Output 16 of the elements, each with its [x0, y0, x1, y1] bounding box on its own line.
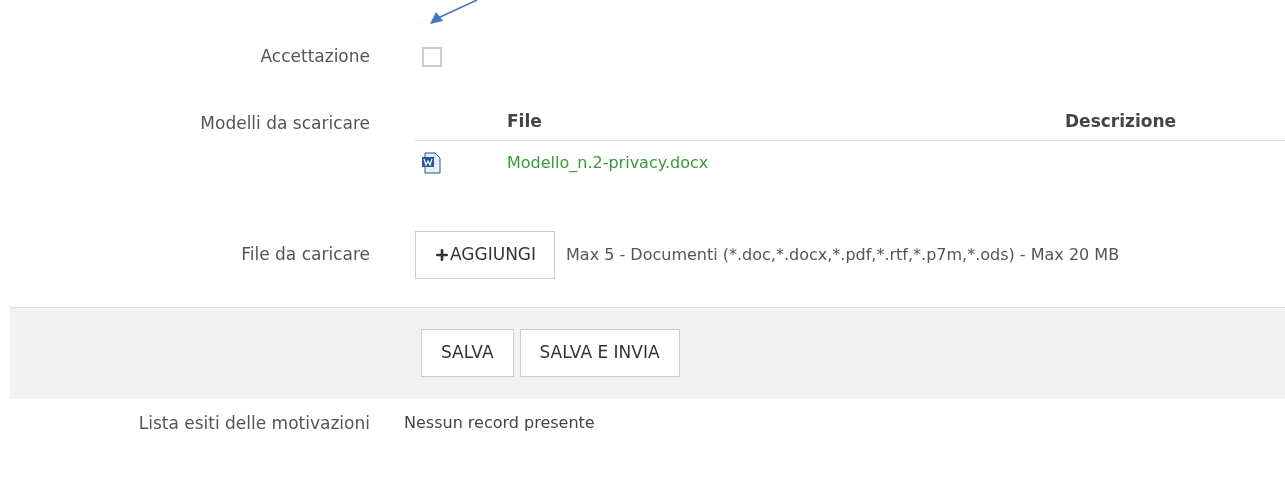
column-header: Descrizione — [1065, 110, 1177, 134]
action-button[interactable]: SALVA E INVIA — [519, 329, 680, 377]
file-link[interactable]: Modello_n.2-privacy.docx — [507, 150, 709, 175]
empty-message: Nessun record presente — [404, 412, 595, 435]
checkbox[interactable] — [422, 46, 442, 67]
action-button[interactable]: SALVA — [421, 329, 514, 377]
arrow-drawing — [430, 0, 478, 24]
field-label: File da caricare — [240, 242, 370, 266]
field-label: Accettazione — [259, 45, 370, 68]
column-header: File — [507, 110, 543, 134]
add-button[interactable]: AGGIUNGI — [415, 230, 556, 279]
plus-icon — [434, 246, 450, 263]
field-label: Lista esiti delle motivazioni — [137, 411, 370, 435]
document-icon — [421, 151, 443, 174]
field-label: Modelli da scaricare — [199, 111, 370, 135]
upload-hint: Max 5 - Documenti (*.doc,*.docx,*.pdf,*.rtf,*.p7m,*.ods) - Max 20 MB — [566, 243, 1120, 266]
